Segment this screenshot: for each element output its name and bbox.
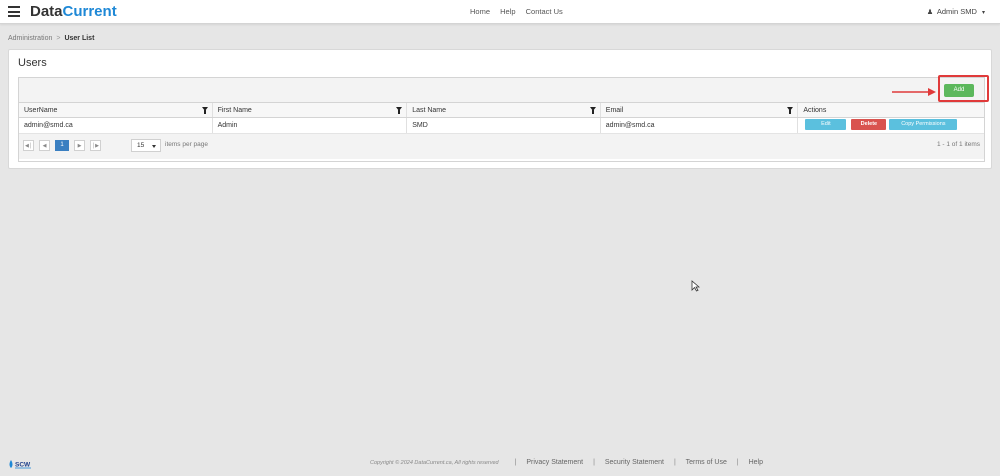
items-per-page-label: items per page (165, 141, 208, 148)
breadcrumb-current: User List (64, 35, 95, 42)
top-navbar: DataCurrent Home Help Contact Us ♟ Admin… (0, 0, 1000, 24)
privacy-statement-link[interactable]: Privacy Statement (526, 459, 583, 466)
page-size-select[interactable]: 15 (131, 139, 161, 152)
column-header-first-name[interactable]: First Name (213, 103, 408, 117)
column-header-label: Actions (803, 107, 827, 114)
delete-button[interactable]: Delete (851, 119, 887, 131)
prev-page-icon[interactable]: ◀ (39, 140, 50, 151)
breadcrumb-separator: > (56, 35, 61, 42)
filter-icon[interactable] (396, 107, 403, 114)
page-size-value: 15 (137, 142, 145, 149)
column-header-label: Last Name (412, 107, 447, 114)
chevron-down-icon (152, 145, 156, 148)
breadcrumb-parent[interactable]: Administration (8, 35, 52, 42)
footer: Copyright © 2024 DataCurrent.ca, All rig… (370, 459, 763, 466)
table-row[interactable]: admin@smd.ca Admin SMD admin@smd.ca Edit… (19, 118, 984, 134)
add-user-button[interactable]: Add (944, 84, 974, 97)
cell-last-name: SMD (407, 118, 601, 133)
hamburger-menu-icon[interactable] (8, 6, 20, 17)
column-header-email[interactable]: Email (601, 103, 799, 117)
user-menu[interactable]: ♟ Admin SMD ▾ (927, 7, 985, 16)
footer-separator: | (514, 459, 517, 466)
filter-icon[interactable] (589, 107, 596, 114)
nav-home-link[interactable]: Home (470, 7, 490, 16)
logo-text: SCW (15, 462, 31, 469)
cell-email: admin@smd.ca (601, 118, 799, 133)
grid-toolbar: Add (19, 78, 984, 103)
grid-pager: ◀│ ◀ 1 ▶ │▶ 15 items per page 1 - 1 of 1… (19, 134, 984, 159)
copyright-text: Copyright © 2024 DataCurrent.ca, All rig… (370, 460, 499, 466)
column-header-label: Email (605, 107, 624, 114)
chevron-down-icon: ▾ (981, 10, 985, 16)
footer-separator: | (736, 459, 739, 466)
current-page-button[interactable]: 1 (55, 140, 69, 151)
column-header-label: UserName (24, 107, 58, 114)
nav-contact-link[interactable]: Contact Us (526, 7, 563, 16)
grid-header-row: UserName First Name Last Name Email Acti… (19, 103, 984, 118)
first-page-icon[interactable]: ◀│ (23, 140, 34, 151)
last-page-icon[interactable]: │▶ (90, 140, 101, 151)
cell-first-name: Admin (213, 118, 408, 133)
terms-of-use-link[interactable]: Terms of Use (686, 459, 727, 466)
filter-icon[interactable] (201, 107, 208, 114)
user-icon: ♟ (926, 9, 934, 16)
footer-separator: | (593, 459, 595, 466)
cell-username: admin@smd.ca (19, 118, 213, 133)
page-title: Users (18, 57, 47, 69)
brand-logo[interactable]: DataCurrent (30, 3, 117, 21)
users-grid: Add UserName First Name Last Name Email … (18, 77, 985, 162)
company-logo: SCW (9, 460, 31, 469)
copy-permissions-button[interactable]: Copy Permissions (889, 119, 958, 131)
edit-button[interactable]: Edit (805, 119, 847, 131)
filter-icon[interactable] (787, 107, 794, 114)
pager-range-info: 1 - 1 of 1 items (937, 141, 980, 148)
column-header-username[interactable]: UserName (19, 103, 213, 117)
column-header-label: First Name (217, 107, 252, 114)
cell-actions: Edit Delete Copy Permissions (798, 118, 984, 133)
brand-part-2: Current (62, 3, 117, 20)
next-page-icon[interactable]: ▶ (74, 140, 85, 151)
column-header-last-name[interactable]: Last Name (407, 103, 601, 117)
top-nav: Home Help Contact Us (470, 7, 571, 16)
mouse-cursor-icon (691, 280, 700, 292)
footer-separator: | (673, 459, 676, 466)
column-header-actions: Actions (798, 103, 984, 117)
footer-help-link[interactable]: Help (749, 459, 763, 466)
users-panel: Users Add UserName First Name Last Name … (8, 49, 992, 169)
user-name: Admin SMD (936, 7, 977, 16)
breadcrumb: Administration > User List (8, 35, 94, 42)
nav-help-link[interactable]: Help (500, 7, 515, 16)
brand-part-1: Data (30, 3, 63, 20)
security-statement-link[interactable]: Security Statement (605, 459, 664, 466)
